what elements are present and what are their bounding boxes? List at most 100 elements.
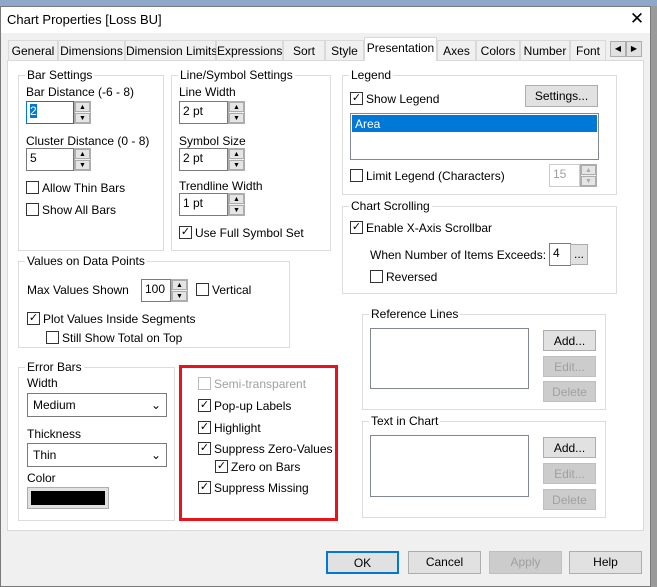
text-edit-button[interactable]: Edit... [543,463,596,484]
legend-settings-button[interactable]: Settings... [525,85,598,107]
suppress-zero-checkbox[interactable]: ✓ [198,442,211,455]
show-all-bars-checkbox[interactable] [26,203,39,216]
plot-values-inside-label: Plot Values Inside Segments [43,312,196,326]
trendline-width-stepper[interactable]: ▲ ▼ [228,193,245,216]
limit-legend-stepper[interactable]: ▲ ▼ [580,164,597,187]
max-values-stepper[interactable]: ▲ ▼ [171,279,188,302]
trendline-width-input[interactable]: 1 pt [179,193,228,216]
symbol-size-label: Symbol Size [179,134,246,148]
limit-legend-checkbox[interactable] [350,169,363,182]
zero-on-bars-checkbox[interactable]: ✓ [215,460,228,473]
group-title: Error Bars [25,360,84,374]
tab-scroll-right-icon[interactable]: ▶ [626,41,642,57]
use-full-symbol-set-checkbox[interactable]: ✓ [179,226,192,239]
group-title: Line/Symbol Settings [178,68,295,82]
reference-delete-button[interactable]: Delete [543,381,596,402]
still-show-total-label: Still Show Total on Top [62,331,183,345]
cluster-distance-stepper[interactable]: ▲ ▼ [74,148,91,171]
highlight-checkbox[interactable]: ✓ [198,421,211,434]
text-in-chart-list[interactable] [370,435,529,497]
title-bar: Chart Properties [Loss BU] ✕ [1,7,650,33]
suppress-missing-label: Suppress Missing [214,481,309,495]
tab-axes[interactable]: Axes [437,40,476,61]
color-swatch [31,491,105,505]
thickness-dropdown[interactable]: Thin ⌄ [27,443,167,467]
line-width-stepper[interactable]: ▲ ▼ [228,101,245,124]
enable-scrollbar-checkbox[interactable]: ✓ [350,221,363,234]
tab-colors[interactable]: Colors [476,40,520,61]
width-dropdown[interactable]: Medium ⌄ [27,393,167,417]
tab-presentation[interactable]: Presentation [364,37,437,61]
symbol-size-stepper[interactable]: ▲ ▼ [228,148,245,171]
group-title: Text in Chart [369,414,441,428]
help-button[interactable]: Help [569,551,642,574]
bar-distance-value: 2 [30,104,37,118]
legend-list[interactable]: Area [350,113,599,160]
suppress-zero-label: Suppress Zero-Values [214,442,333,456]
show-all-bars-label: Show All Bars [42,203,117,217]
width-label: Width [27,376,58,390]
tab-sort[interactable]: Sort [283,40,325,61]
apply-button[interactable]: Apply [489,551,562,574]
zero-on-bars-label: Zero on Bars [231,460,301,474]
semi-transparent-label: Semi-transparent [214,377,307,391]
window-title: Chart Properties [Loss BU] [7,12,162,27]
plot-values-inside-checkbox[interactable]: ✓ [27,312,40,325]
show-legend-label: Show Legend [366,92,440,106]
cluster-distance-input[interactable]: 5 [26,148,74,171]
tab-scroll-left-icon[interactable]: ◀ [610,41,626,57]
reference-edit-button[interactable]: Edit... [543,356,596,377]
max-values-input[interactable]: 100 [141,279,171,302]
bar-distance-label: Bar Distance (-6 - 8) [26,85,135,99]
bar-distance-stepper[interactable]: ▲ ▼ [74,101,91,124]
tab-expressions[interactable]: Expressions [216,40,283,61]
limit-legend-label: Limit Legend (Characters) [366,169,505,183]
group-title: Reference Lines [369,307,461,321]
show-legend-checkbox[interactable]: ✓ [350,92,363,105]
tab-dimension-limits[interactable]: Dimension Limits [125,40,217,61]
tab-dimensions[interactable]: Dimensions [58,40,125,61]
exceeds-input[interactable]: 4 [549,243,571,266]
tab-number[interactable]: Number [520,40,570,61]
cancel-button[interactable]: Cancel [408,551,481,574]
legend-item[interactable]: Area [352,115,597,132]
tab-style[interactable]: Style [325,40,364,61]
allow-thin-bars-label: Allow Thin Bars [42,181,126,195]
popup-labels-checkbox[interactable]: ✓ [198,399,211,412]
bar-distance-input[interactable]: 2 [26,101,74,124]
line-width-input[interactable]: 2 pt [179,101,228,124]
tab-general[interactable]: General [8,40,58,61]
reference-add-button[interactable]: Add... [543,330,596,351]
width-value: Medium [33,398,76,412]
group-title: Chart Scrolling [349,199,432,213]
reference-lines-list[interactable] [370,328,529,389]
chevron-down-icon: ⌄ [150,398,161,412]
popup-labels-label: Pop-up Labels [214,399,292,413]
ok-button[interactable]: OK [326,551,399,574]
allow-thin-bars-checkbox[interactable] [26,181,39,194]
symbol-size-input[interactable]: 2 pt [179,148,228,171]
highlight-label: Highlight [214,421,261,435]
vertical-checkbox[interactable] [196,283,209,296]
reversed-label: Reversed [386,270,438,284]
color-button[interactable] [27,487,109,509]
limit-legend-input[interactable]: 15 [549,164,580,187]
exceeds-browse-button[interactable]: ... [570,244,588,265]
semi-transparent-checkbox [198,377,211,390]
suppress-missing-checkbox[interactable]: ✓ [198,481,211,494]
vertical-label: Vertical [212,283,252,297]
still-show-total-checkbox[interactable] [46,331,59,344]
close-icon[interactable]: ✕ [627,9,647,29]
max-values-label: Max Values Shown [27,283,129,297]
background-window-edge [651,6,657,587]
trendline-width-label: Trendline Width [179,179,263,193]
when-exceeds-label: When Number of Items Exceeds: [370,248,547,262]
text-add-button[interactable]: Add... [543,437,596,458]
reversed-checkbox[interactable] [370,270,383,283]
chevron-down-icon: ⌄ [150,448,161,462]
enable-scrollbar-label: Enable X-Axis Scrollbar [366,221,493,235]
tab-font[interactable]: Font [570,40,606,61]
thickness-label: Thickness [27,427,82,441]
cluster-distance-label: Cluster Distance (0 - 8) [26,134,150,148]
text-delete-button[interactable]: Delete [543,489,596,510]
